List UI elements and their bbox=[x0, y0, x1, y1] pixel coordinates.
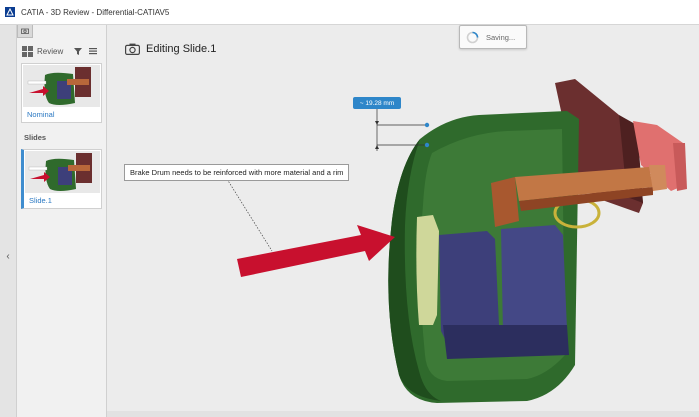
filter-icon[interactable] bbox=[73, 46, 83, 56]
view-thumbnail-image bbox=[23, 65, 100, 107]
title-bar: CATIA - 3D Review - Differential-CATIAV5 bbox=[0, 0, 699, 25]
camera-icon bbox=[125, 43, 140, 55]
bottom-status-bar bbox=[107, 411, 699, 417]
shaft-hub bbox=[491, 177, 519, 227]
dimension-label[interactable]: ~ 19.28 mm bbox=[353, 97, 401, 109]
slide-label-slide-1: Slide.1 bbox=[29, 196, 52, 205]
menu-icon[interactable] bbox=[88, 46, 98, 56]
grid-icon bbox=[22, 45, 33, 57]
collapse-panel-chevron-icon[interactable]: ‹ bbox=[3, 251, 13, 263]
window-title: CATIA - 3D Review - Differential-CATIAV5 bbox=[21, 7, 170, 17]
saving-indicator: Saving... bbox=[459, 25, 527, 49]
dimension-arrowhead-top bbox=[375, 121, 379, 125]
annotation-leader-line bbox=[226, 178, 273, 252]
annotation-note[interactable]: Brake Drum needs to be reinforced with m… bbox=[124, 164, 350, 181]
catia-logo-icon bbox=[5, 7, 15, 17]
slides-section-label: Slides bbox=[24, 133, 47, 142]
dimension-point-top[interactable] bbox=[424, 122, 430, 128]
loading-spinner-icon bbox=[466, 31, 479, 43]
dimension-point-bottom[interactable] bbox=[424, 142, 430, 148]
brake-shoe-base bbox=[443, 325, 569, 359]
dimension-arrowhead-bottom bbox=[375, 145, 379, 149]
editing-slide-label: Editing Slide.1 bbox=[146, 43, 217, 55]
brake-liner-part bbox=[416, 215, 439, 325]
3d-model-scene[interactable] bbox=[107, 25, 699, 417]
review-label: Review bbox=[37, 46, 64, 56]
slide-thumbnail-image bbox=[25, 151, 100, 193]
camera-tab-icon bbox=[21, 28, 29, 34]
view-thumbnail-nominal[interactable]: Nominal bbox=[21, 63, 102, 123]
saving-status-text: Saving... bbox=[486, 32, 516, 42]
view-label-nominal: Nominal bbox=[27, 110, 55, 119]
left-collapse-strip: ‹ bbox=[0, 25, 17, 417]
panel-tab[interactable] bbox=[17, 25, 33, 38]
review-panel: Review Nominal Slides Slide.1 bbox=[17, 25, 107, 417]
3d-viewport[interactable]: Editing Slide.1 Saving... ~ 19.28 mm Bra… bbox=[107, 25, 699, 417]
review-header: Review bbox=[22, 43, 104, 59]
slide-editing-header: Editing Slide.1 bbox=[125, 43, 216, 55]
slide-thumbnail-slide-1[interactable]: Slide.1 bbox=[21, 149, 102, 209]
